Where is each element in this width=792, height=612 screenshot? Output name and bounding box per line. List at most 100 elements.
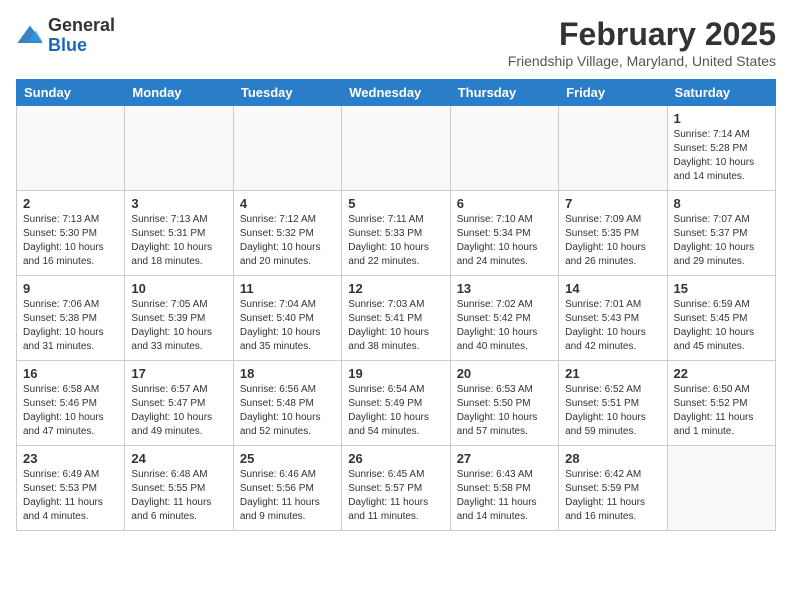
calendar-cell: 23Sunrise: 6:49 AM Sunset: 5:53 PM Dayli… <box>17 446 125 531</box>
day-number: 17 <box>131 366 226 381</box>
day-info: Sunrise: 7:09 AM Sunset: 5:35 PM Dayligh… <box>565 213 660 269</box>
day-number: 6 <box>457 196 552 211</box>
calendar-cell: 15 Sunrise: 6:59 AM Sunset: 5:45 PM Dayli… <box>667 276 775 361</box>
calendar-cell: 6 Sunrise: 7:10 AM Sunset: 5:34 PM Daylig… <box>450 191 558 276</box>
day-info: Sunrise: 7:07 AM Sunset: 5:37 PM Dayligh… <box>674 213 769 269</box>
day-number: 18 <box>240 366 335 381</box>
calendar-cell <box>342 106 450 191</box>
day-number: 9 <box>23 281 118 296</box>
day-number: 1 <box>674 111 769 126</box>
day-info: Sunrise: 7:13 AM Sunset: 5:30 PM Dayligh… <box>23 213 118 269</box>
day-info: Sunrise: 6:42 AM Sunset: 5:59 PM Dayligh… <box>565 468 660 524</box>
calendar-cell: 10 Sunrise: 7:05 AM Sunset: 5:39 PM Dayli… <box>125 276 233 361</box>
calendar-cell: 22Sunrise: 6:50 AM Sunset: 5:52 PM Dayli… <box>667 361 775 446</box>
calendar-cell <box>667 446 775 531</box>
calendar-cell: 25 Sunrise: 6:46 AM Sunset: 5:56 PM Dayli… <box>233 446 341 531</box>
day-number: 11 <box>240 281 335 296</box>
calendar-cell: 11 Sunrise: 7:04 AM Sunset: 5:40 PM Dayli… <box>233 276 341 361</box>
day-info: Sunrise: 7:04 AM Sunset: 5:40 PM Dayligh… <box>240 298 335 354</box>
day-info: Sunrise: 6:53 AM Sunset: 5:50 PM Dayligh… <box>457 383 552 439</box>
day-number: 25 <box>240 451 335 466</box>
logo-text: General Blue <box>48 16 115 56</box>
calendar-cell: 13Sunrise: 7:02 AM Sunset: 5:42 PM Dayli… <box>450 276 558 361</box>
day-number: 28 <box>565 451 660 466</box>
calendar-week-row: 1 Sunrise: 7:14 AM Sunset: 5:28 PM Daylig… <box>17 106 776 191</box>
day-number: 15 <box>674 281 769 296</box>
day-info: Sunrise: 6:59 AM Sunset: 5:45 PM Dayligh… <box>674 298 769 354</box>
day-number: 19 <box>348 366 443 381</box>
logo-blue: Blue <box>48 36 115 56</box>
day-info: Sunrise: 6:49 AM Sunset: 5:53 PM Dayligh… <box>23 468 118 524</box>
calendar-cell: 7 Sunrise: 7:09 AM Sunset: 5:35 PM Daylig… <box>559 191 667 276</box>
day-info: Sunrise: 7:12 AM Sunset: 5:32 PM Dayligh… <box>240 213 335 269</box>
calendar-week-row: 2Sunrise: 7:13 AM Sunset: 5:30 PM Daylig… <box>17 191 776 276</box>
weekday-header-sunday: Sunday <box>17 80 125 106</box>
logo-general: General <box>48 16 115 36</box>
month-title: February 2025 <box>508 16 776 53</box>
day-info: Sunrise: 7:13 AM Sunset: 5:31 PM Dayligh… <box>131 213 226 269</box>
calendar-cell: 27 Sunrise: 6:43 AM Sunset: 5:58 PM Dayli… <box>450 446 558 531</box>
day-info: Sunrise: 6:57 AM Sunset: 5:47 PM Dayligh… <box>131 383 226 439</box>
weekday-header-wednesday: Wednesday <box>342 80 450 106</box>
day-info: Sunrise: 6:54 AM Sunset: 5:49 PM Dayligh… <box>348 383 443 439</box>
calendar-cell: 28 Sunrise: 6:42 AM Sunset: 5:59 PM Dayli… <box>559 446 667 531</box>
day-info: Sunrise: 7:01 AM Sunset: 5:43 PM Dayligh… <box>565 298 660 354</box>
day-info: Sunrise: 6:45 AM Sunset: 5:57 PM Dayligh… <box>348 468 443 524</box>
calendar-cell <box>233 106 341 191</box>
day-number: 26 <box>348 451 443 466</box>
day-info: Sunrise: 6:52 AM Sunset: 5:51 PM Dayligh… <box>565 383 660 439</box>
day-info: Sunrise: 6:43 AM Sunset: 5:58 PM Dayligh… <box>457 468 552 524</box>
calendar-cell <box>450 106 558 191</box>
day-info: Sunrise: 6:46 AM Sunset: 5:56 PM Dayligh… <box>240 468 335 524</box>
calendar-week-row: 16Sunrise: 6:58 AM Sunset: 5:46 PM Dayli… <box>17 361 776 446</box>
day-number: 21 <box>565 366 660 381</box>
day-info: Sunrise: 7:02 AM Sunset: 5:42 PM Dayligh… <box>457 298 552 354</box>
location-subtitle: Friendship Village, Maryland, United Sta… <box>508 53 776 69</box>
day-number: 20 <box>457 366 552 381</box>
calendar-table: SundayMondayTuesdayWednesdayThursdayFrid… <box>16 79 776 531</box>
calendar-cell: 4 Sunrise: 7:12 AM Sunset: 5:32 PM Daylig… <box>233 191 341 276</box>
weekday-header-monday: Monday <box>125 80 233 106</box>
calendar-cell <box>17 106 125 191</box>
logo-icon <box>16 22 44 50</box>
day-number: 5 <box>348 196 443 211</box>
page-header: General Blue February 2025 Friendship Vi… <box>16 16 776 69</box>
day-number: 7 <box>565 196 660 211</box>
calendar-cell: 18Sunrise: 6:56 AM Sunset: 5:48 PM Dayli… <box>233 361 341 446</box>
day-number: 14 <box>565 281 660 296</box>
day-number: 27 <box>457 451 552 466</box>
calendar-week-row: 23Sunrise: 6:49 AM Sunset: 5:53 PM Dayli… <box>17 446 776 531</box>
day-number: 10 <box>131 281 226 296</box>
calendar-cell: 8 Sunrise: 7:07 AM Sunset: 5:37 PM Daylig… <box>667 191 775 276</box>
title-block: February 2025 Friendship Village, Maryla… <box>508 16 776 69</box>
day-info: Sunrise: 6:48 AM Sunset: 5:55 PM Dayligh… <box>131 468 226 524</box>
calendar-week-row: 9 Sunrise: 7:06 AM Sunset: 5:38 PM Daylig… <box>17 276 776 361</box>
day-info: Sunrise: 7:05 AM Sunset: 5:39 PM Dayligh… <box>131 298 226 354</box>
calendar-cell: 16Sunrise: 6:58 AM Sunset: 5:46 PM Dayli… <box>17 361 125 446</box>
calendar-header-row: SundayMondayTuesdayWednesdayThursdayFrid… <box>17 80 776 106</box>
calendar-cell: 14 Sunrise: 7:01 AM Sunset: 5:43 PM Dayli… <box>559 276 667 361</box>
day-info: Sunrise: 7:14 AM Sunset: 5:28 PM Dayligh… <box>674 128 769 184</box>
calendar-cell: 19 Sunrise: 6:54 AM Sunset: 5:49 PM Dayli… <box>342 361 450 446</box>
day-number: 24 <box>131 451 226 466</box>
calendar-cell: 20 Sunrise: 6:53 AM Sunset: 5:50 PM Dayli… <box>450 361 558 446</box>
day-number: 8 <box>674 196 769 211</box>
day-info: Sunrise: 7:10 AM Sunset: 5:34 PM Dayligh… <box>457 213 552 269</box>
calendar-cell: 5Sunrise: 7:11 AM Sunset: 5:33 PM Daylig… <box>342 191 450 276</box>
weekday-header-friday: Friday <box>559 80 667 106</box>
day-number: 3 <box>131 196 226 211</box>
day-number: 16 <box>23 366 118 381</box>
day-info: Sunrise: 7:03 AM Sunset: 5:41 PM Dayligh… <box>348 298 443 354</box>
logo: General Blue <box>16 16 115 56</box>
day-number: 4 <box>240 196 335 211</box>
day-info: Sunrise: 6:50 AM Sunset: 5:52 PM Dayligh… <box>674 383 769 439</box>
day-info: Sunrise: 7:06 AM Sunset: 5:38 PM Dayligh… <box>23 298 118 354</box>
calendar-cell <box>125 106 233 191</box>
calendar-cell: 26 Sunrise: 6:45 AM Sunset: 5:57 PM Dayli… <box>342 446 450 531</box>
calendar-cell <box>559 106 667 191</box>
weekday-header-tuesday: Tuesday <box>233 80 341 106</box>
calendar-cell: 1 Sunrise: 7:14 AM Sunset: 5:28 PM Daylig… <box>667 106 775 191</box>
weekday-header-thursday: Thursday <box>450 80 558 106</box>
calendar-cell: 9 Sunrise: 7:06 AM Sunset: 5:38 PM Daylig… <box>17 276 125 361</box>
calendar-cell: 3 Sunrise: 7:13 AM Sunset: 5:31 PM Daylig… <box>125 191 233 276</box>
